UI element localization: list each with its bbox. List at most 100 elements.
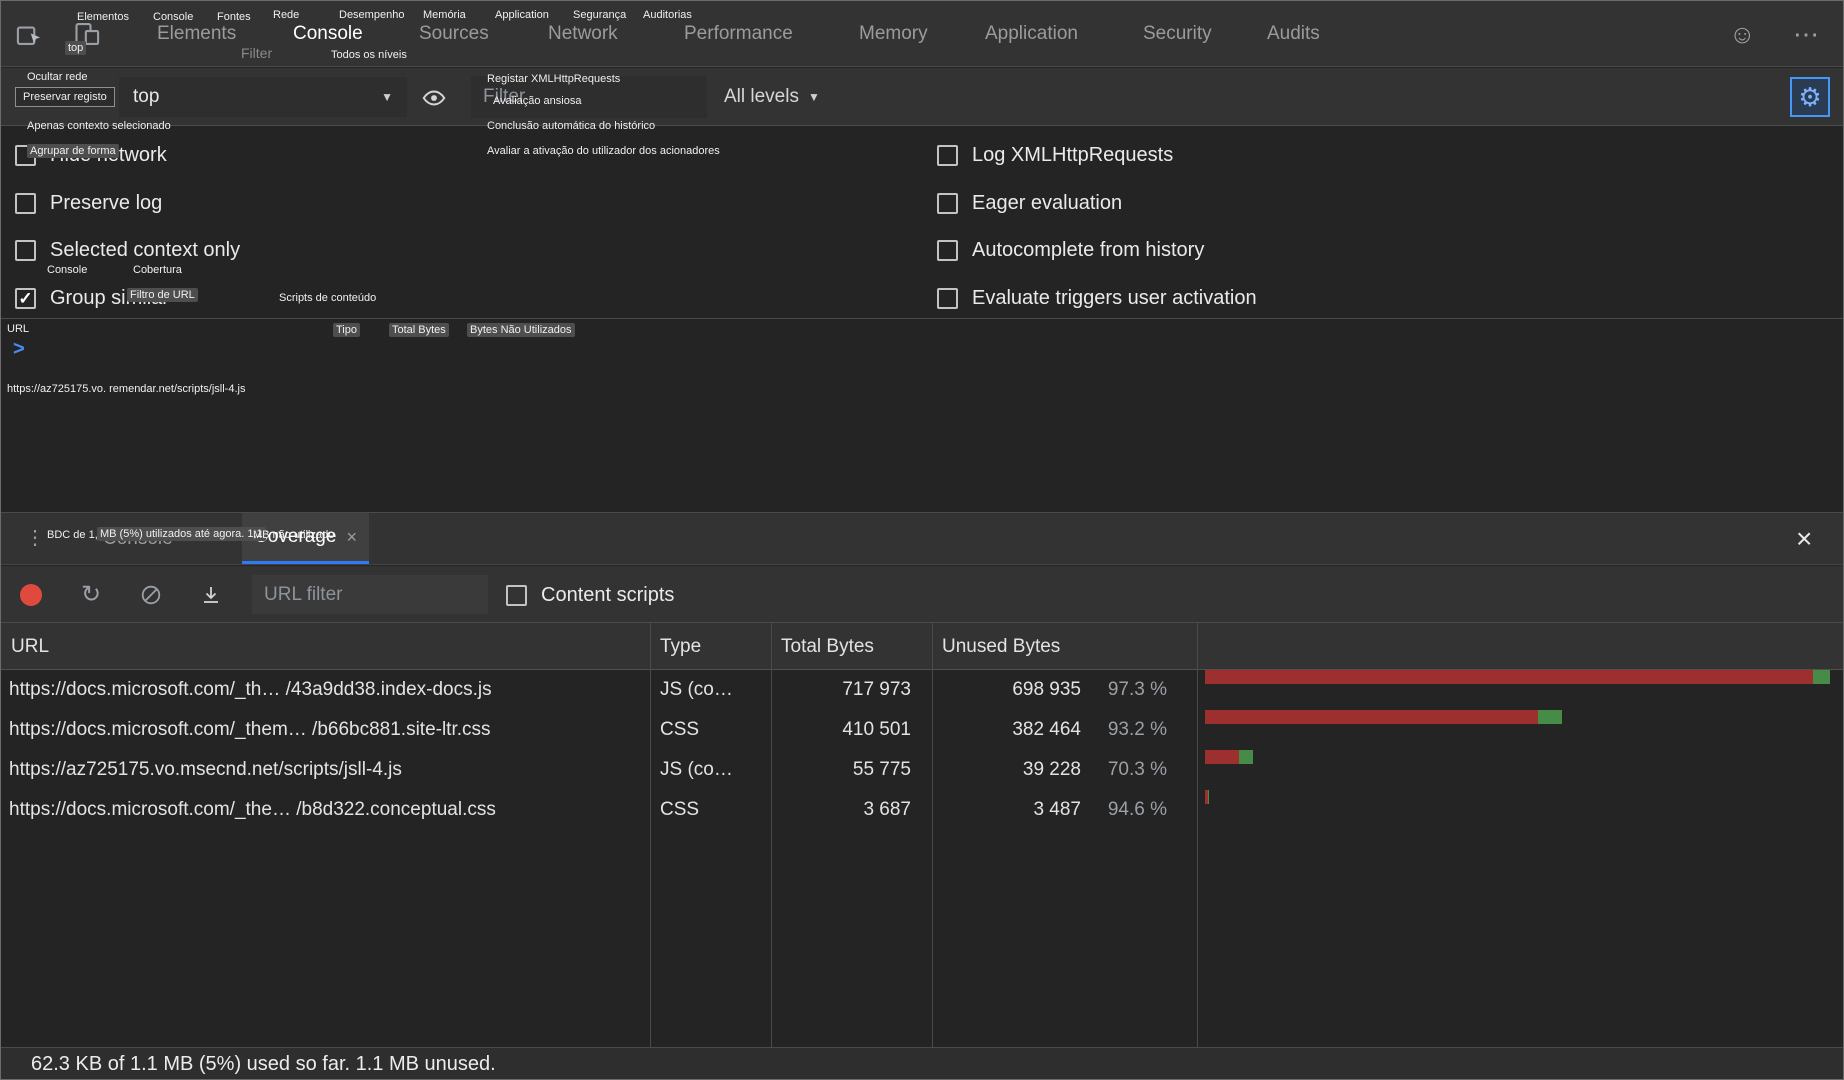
used-bar-segment xyxy=(1239,750,1253,764)
unused-value: 698 935 xyxy=(1012,670,1081,710)
coverage-table: URL Type Total Bytes Unused Bytes https:… xyxy=(1,623,1843,1047)
cell-total-bytes: 717 973 xyxy=(761,670,911,710)
unused-value: 3 487 xyxy=(1033,790,1081,830)
tab-sources[interactable]: Sources xyxy=(419,1,489,67)
column-header-unused-bytes[interactable]: Unused Bytes xyxy=(942,623,1060,670)
checkbox-box[interactable]: ✓ xyxy=(937,193,958,214)
unused-bar-segment xyxy=(1205,670,1813,684)
tab-security[interactable]: Security xyxy=(1143,1,1212,67)
cell-unused-bytes: 698 93597.3 % xyxy=(932,670,1167,710)
coverage-toolbar: ↻ ✓ Content scripts xyxy=(1,566,1843,623)
drawer-tab-bar: ⋮ Console Coverage × × xyxy=(1,512,1843,565)
checkbox-label: Group similar xyxy=(50,287,169,310)
console-message-area: > xyxy=(1,320,1843,512)
usage-bar xyxy=(1205,710,1835,724)
close-tab-icon[interactable]: × xyxy=(346,527,357,548)
drawer-tab-label: Coverage xyxy=(254,526,336,548)
inspect-element-icon[interactable] xyxy=(15,20,43,48)
cell-total-bytes: 55 775 xyxy=(761,750,911,790)
checkbox-box[interactable]: ✓ xyxy=(15,145,36,166)
clear-console-icon[interactable] xyxy=(89,85,113,109)
table-row[interactable]: https://docs.microsoft.com/_the… /b8d322… xyxy=(1,790,1843,830)
column-header-total-bytes[interactable]: Total Bytes xyxy=(781,623,874,670)
url-filter-input[interactable] xyxy=(252,575,488,614)
live-expression-eye-icon[interactable] xyxy=(421,85,447,111)
record-coverage-button[interactable] xyxy=(20,584,42,606)
cell-total-bytes: 410 501 xyxy=(761,710,911,750)
column-header-url[interactable]: URL xyxy=(11,623,49,670)
coverage-table-header: URL Type Total Bytes Unused Bytes xyxy=(1,623,1843,670)
javascript-context-selector[interactable]: top ▼ xyxy=(119,77,407,117)
console-filter-input[interactable] xyxy=(471,76,707,118)
checkbox-box[interactable]: ✓ xyxy=(15,288,36,309)
coverage-summary-text: 62.3 KB of 1.1 MB (5%) used so far. 1.1 … xyxy=(31,1048,496,1080)
gear-icon: ⚙ xyxy=(1798,84,1821,110)
unused-percent: 70.3 % xyxy=(1093,750,1167,790)
drawer-tab-console[interactable]: Console xyxy=(103,513,173,564)
log-levels-dropdown[interactable]: All levels ▼ xyxy=(724,68,820,126)
checkbox-box[interactable]: ✓ xyxy=(937,145,958,166)
cell-total-bytes: 3 687 xyxy=(761,790,911,830)
checkbox-content-scripts[interactable]: ✓ Content scripts xyxy=(506,581,674,609)
checkbox-selected-context-only[interactable]: ✓ Selected context only xyxy=(15,236,240,264)
tab-memory[interactable]: Memory xyxy=(859,1,928,67)
feedback-smiley-icon[interactable]: ☺ xyxy=(1729,1,1756,67)
drawer-menu-icon[interactable]: ⋮ xyxy=(25,513,45,564)
coverage-status-bar: 62.3 KB of 1.1 MB (5%) used so far. 1.1 … xyxy=(1,1047,1843,1080)
cell-url: https://docs.microsoft.com/_the… /b8d322… xyxy=(9,790,641,830)
drawer-tab-coverage[interactable]: Coverage × xyxy=(242,513,369,564)
checkbox-box[interactable]: ✓ xyxy=(15,240,36,261)
checkbox-label: Preserve log xyxy=(50,192,162,215)
checkbox-preserve-log[interactable]: ✓ Preserve log xyxy=(15,189,162,217)
chevron-down-icon: ▼ xyxy=(381,90,393,104)
checkbox-group-similar[interactable]: ✓ Group similar xyxy=(15,284,169,312)
device-toolbar-icon[interactable] xyxy=(73,20,101,48)
tab-application[interactable]: Application xyxy=(985,1,1078,67)
reload-icon[interactable]: ↻ xyxy=(81,566,101,623)
export-download-icon[interactable] xyxy=(199,583,223,607)
console-toolbar: top ▼ All levels ▼ ⚙ xyxy=(1,68,1843,126)
console-prompt-icon: > xyxy=(13,338,25,361)
cell-unused-bytes: 3 48794.6 % xyxy=(932,790,1167,830)
cell-unused-bytes: 382 464 93.2 % xyxy=(932,710,1167,750)
table-row[interactable]: https://docs.microsoft.com/_th… /43a9dd3… xyxy=(1,670,1843,710)
cell-type: JS (co… xyxy=(660,750,762,790)
checkbox-log-xmlhttprequests[interactable]: ✓ Log XMLHttpRequests xyxy=(937,141,1173,169)
overflow-menu-icon[interactable]: ⋯ xyxy=(1793,1,1819,67)
tab-audits[interactable]: Audits xyxy=(1267,1,1320,67)
checkbox-box[interactable]: ✓ xyxy=(15,193,36,214)
unused-value: 382 464 xyxy=(1012,710,1081,750)
chevron-down-icon: ▼ xyxy=(808,90,820,104)
tab-console[interactable]: Console xyxy=(293,1,363,67)
log-levels-value: All levels xyxy=(724,86,799,108)
console-settings-panel: ✓ Hide network ✓ Preserve log ✓ Selected… xyxy=(1,127,1843,319)
cell-type: JS (co… xyxy=(660,670,762,710)
tab-network[interactable]: Network xyxy=(548,1,618,67)
clear-coverage-icon[interactable] xyxy=(139,583,163,607)
main-tab-bar: Elements Console Sources Network Perform… xyxy=(1,1,1843,67)
cell-url: https://az725175.vo.msecnd.net/scripts/j… xyxy=(9,750,641,790)
checkbox-box[interactable]: ✓ xyxy=(937,240,958,261)
devtools-window: Elements Console Sources Network Perform… xyxy=(0,0,1844,1080)
checkbox-label: Content scripts xyxy=(541,584,674,607)
close-drawer-icon[interactable]: × xyxy=(1796,513,1812,564)
unused-percent: 93.2 % xyxy=(1093,710,1167,750)
checkbox-hide-network[interactable]: ✓ Hide network xyxy=(15,141,167,169)
checkbox-eager-evaluation[interactable]: ✓ Eager evaluation xyxy=(937,189,1122,217)
used-bar-segment xyxy=(1813,670,1830,684)
used-bar-segment xyxy=(1538,710,1562,724)
tab-elements[interactable]: Elements xyxy=(157,1,236,67)
table-row[interactable]: https://az725175.vo.msecnd.net/scripts/j… xyxy=(1,750,1843,790)
checkbox-autocomplete-from-history[interactable]: ✓ Autocomplete from history xyxy=(937,236,1204,264)
usage-bar xyxy=(1205,750,1835,764)
tab-performance[interactable]: Performance xyxy=(684,1,793,67)
column-header-type[interactable]: Type xyxy=(660,623,701,670)
checkbox-evaluate-triggers-user-activation[interactable]: ✓ Evaluate triggers user activation xyxy=(937,284,1257,312)
checkbox-box[interactable]: ✓ xyxy=(506,585,527,606)
cell-unused-bytes: 39 22870.3 % xyxy=(932,750,1167,790)
unused-bar-segment xyxy=(1205,750,1239,764)
checkbox-box[interactable]: ✓ xyxy=(937,288,958,309)
cell-url: https://docs.microsoft.com/_th… /43a9dd3… xyxy=(9,670,641,710)
console-settings-button[interactable]: ⚙ xyxy=(1790,77,1830,117)
table-row[interactable]: https://docs.microsoft.com/_them… /b66bc… xyxy=(1,710,1843,750)
